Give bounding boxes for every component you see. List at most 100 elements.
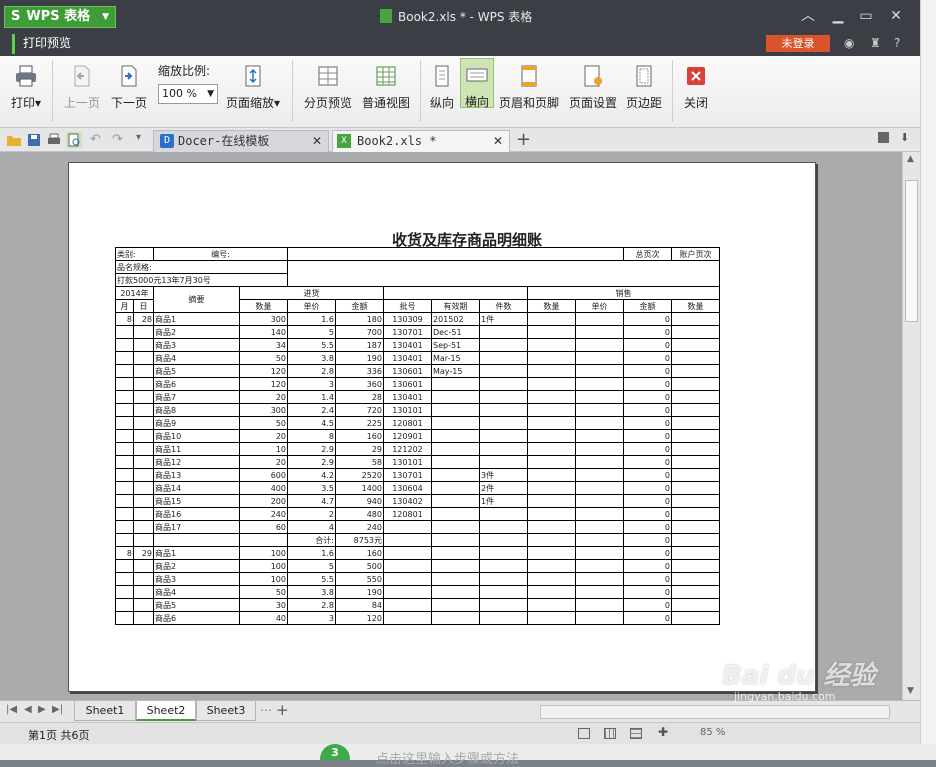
more-sheets-icon[interactable]: ⋯	[260, 703, 272, 717]
table-cell	[115, 377, 134, 391]
table-cell: 3.8	[287, 351, 336, 365]
normal-view-status-icon[interactable]	[578, 728, 590, 739]
portrait-button[interactable]: 纵向	[426, 60, 458, 120]
table-cell	[527, 351, 576, 365]
table-cell	[383, 533, 432, 547]
new-tab-icon[interactable]: +	[516, 129, 531, 150]
undo-icon[interactable]: ↶	[90, 132, 106, 148]
table-cell	[527, 364, 576, 378]
tab-print-preview[interactable]: 打印预览	[12, 34, 86, 54]
table-cell	[431, 468, 480, 482]
shirt-icon[interactable]: ♜	[870, 36, 881, 50]
table-cell	[575, 494, 624, 508]
table-cell	[575, 403, 624, 417]
next-sheet-icon[interactable]: ▶	[38, 704, 46, 715]
close-tab-icon[interactable]: ✕	[493, 131, 503, 151]
print-button[interactable]: 打印▾	[6, 60, 46, 120]
table-cell	[527, 455, 576, 469]
printer-icon	[16, 65, 36, 87]
table-cell: 商品2	[153, 325, 240, 339]
table-cell: 商品6	[153, 377, 240, 391]
close-preview-button[interactable]: 关闭	[680, 60, 712, 120]
table-cell	[115, 494, 134, 508]
vertical-scrollbar[interactable]: ▲ ▼	[902, 152, 920, 700]
landscape-button[interactable]: 横向	[460, 58, 494, 109]
table-cell	[133, 533, 154, 547]
table-cell: 商品2	[153, 559, 240, 573]
table-cell	[575, 546, 624, 560]
ribbon-collapse-icon[interactable]: ︿	[796, 6, 820, 26]
margins-button[interactable]: 页边距	[624, 60, 664, 120]
page-layout-icon[interactable]	[604, 728, 616, 739]
table-cell: 8	[115, 546, 134, 560]
scroll-thumb[interactable]	[905, 180, 918, 322]
print-preview-icon[interactable]	[66, 132, 82, 148]
horizontal-scrollbar[interactable]	[540, 705, 890, 719]
next-page-button[interactable]: 下一页	[108, 60, 150, 120]
normal-view-button[interactable]: 普通视图	[360, 60, 412, 120]
scroll-up-icon[interactable]: ▲	[907, 154, 914, 164]
sheet-tab-2[interactable]: Sheet2	[136, 701, 196, 721]
print-icon[interactable]	[46, 132, 62, 148]
table-cell	[115, 572, 134, 586]
table-cell: 5.5	[287, 338, 336, 352]
skin-icon[interactable]: ◉	[844, 36, 854, 50]
maximize-button[interactable]: ▭	[854, 6, 878, 26]
table-cell: 4	[287, 520, 336, 534]
table-cell	[671, 520, 720, 534]
table-cell	[133, 403, 154, 417]
table-cell	[431, 598, 480, 612]
table-cell: 200	[239, 494, 288, 508]
tab-menu-icon[interactable]: ⬇	[900, 131, 909, 144]
prev-sheet-icon[interactable]: ◀	[24, 704, 32, 715]
add-sheet-icon[interactable]: +	[276, 701, 289, 719]
page-zoom-button[interactable]: 页面缩放▾	[222, 60, 284, 120]
table-cell	[431, 533, 480, 547]
open-folder-icon[interactable]	[6, 132, 22, 148]
table-cell: 0	[623, 507, 672, 521]
zoom-select[interactable]: 100 % ▼	[158, 84, 218, 104]
scroll-down-icon[interactable]: ▼	[907, 686, 914, 696]
table-cell	[671, 390, 720, 404]
sheet-tab-3[interactable]: Sheet3	[196, 701, 256, 721]
table-cell: 160	[335, 546, 384, 560]
last-sheet-icon[interactable]: ▶|	[52, 704, 63, 715]
table-cell	[575, 338, 624, 352]
help-icon[interactable]: ?	[894, 36, 900, 50]
table-cell	[575, 559, 624, 573]
close-tab-icon[interactable]: ✕	[312, 131, 322, 151]
table-row: 商品6 40 3 120 0	[115, 611, 720, 625]
page-break-preview-button[interactable]: 分页预览	[300, 60, 356, 120]
page-info: 第1页 共6页	[28, 729, 90, 742]
table-cell: 130701	[383, 468, 432, 482]
table-cell: 201502	[431, 312, 480, 326]
doc-tab-book2[interactable]: X Book2.xls * ✕	[332, 130, 510, 152]
header-footer-button[interactable]: 页眉和页脚	[496, 60, 562, 120]
table-cell	[527, 585, 576, 599]
table-cell: 29	[335, 442, 384, 456]
page-break-status-icon[interactable]	[630, 728, 642, 739]
login-button[interactable]: 未登录	[766, 35, 830, 52]
redo-icon[interactable]: ↷	[112, 132, 128, 148]
doc-tab-docer[interactable]: D Docer-在线模板 ✕	[153, 130, 329, 152]
sheet-tab-1[interactable]: Sheet1	[74, 701, 136, 721]
app-menu-button[interactable]: S WPS 表格 ▼	[4, 6, 116, 28]
close-window-button[interactable]: ✕	[884, 6, 908, 26]
window-title: Book2.xls * - WPS 表格	[380, 8, 532, 25]
table-cell	[527, 377, 576, 391]
save-icon[interactable]	[26, 132, 42, 148]
table-cell: 240	[335, 520, 384, 534]
table-cell	[575, 429, 624, 443]
customize-dropdown-icon[interactable]: ▾	[136, 132, 152, 148]
page-zoom-icon	[245, 65, 261, 87]
first-sheet-icon[interactable]: |◀	[6, 704, 17, 715]
table-cell: 20	[239, 455, 288, 469]
prev-page-button[interactable]: 上一页	[60, 60, 104, 120]
table-cell	[153, 533, 240, 547]
page-setup-button[interactable]: 页面设置	[566, 60, 620, 120]
sheet-tab-bar: |◀ ◀ ▶ ▶| Sheet1 Sheet2 Sheet3 ⋯ +	[0, 700, 920, 722]
window-list-icon[interactable]	[878, 132, 889, 143]
minimize-button[interactable]: ▁	[826, 6, 850, 26]
zoom-options-icon[interactable]: ✚	[658, 725, 668, 739]
baidu-watermark: Bai du 经验	[722, 661, 876, 691]
